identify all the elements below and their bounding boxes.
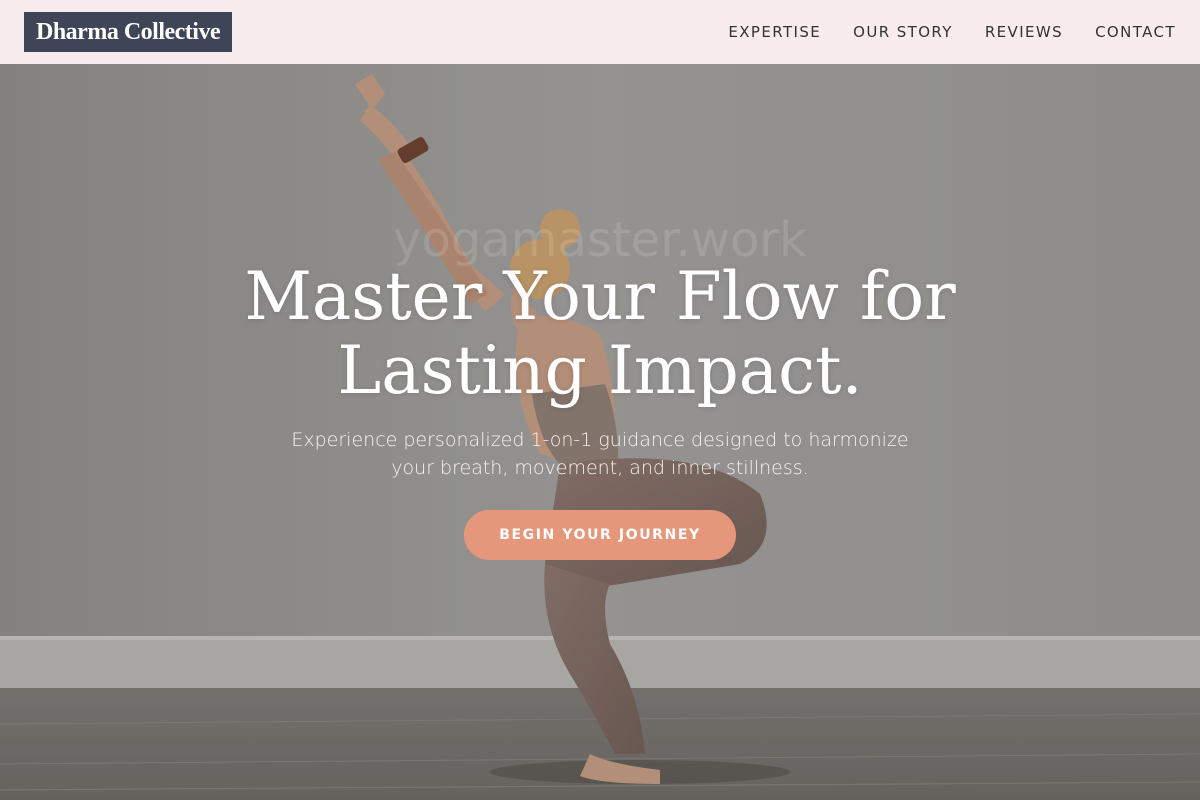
- hero-subtitle-line-1: Experience personalized 1-on-1 guidance …: [291, 429, 909, 451]
- hero-title: Master Your Flow for Lasting Impact.: [0, 260, 1200, 408]
- nav-item-contact[interactable]: CONTACT: [1095, 23, 1176, 41]
- main-nav: EXPERTISE OUR STORY REVIEWS CONTACT: [728, 23, 1176, 41]
- hero-subtitle-line-2: your breath, movement, and inner stillne…: [391, 457, 809, 479]
- brand-logo[interactable]: Dharma Collective: [24, 12, 233, 52]
- hero-title-line-1: Master Your Flow for: [244, 258, 956, 335]
- nav-item-expertise[interactable]: EXPERTISE: [728, 23, 821, 41]
- begin-journey-button[interactable]: BEGIN YOUR JOURNEY: [464, 510, 736, 560]
- nav-item-our-story[interactable]: OUR STORY: [853, 23, 953, 41]
- hero-title-line-2: Lasting Impact.: [337, 332, 863, 409]
- hero-section: yogamaster.work Master Your Flow for Las…: [0, 64, 1200, 800]
- hero-content: Master Your Flow for Lasting Impact. Exp…: [0, 260, 1200, 560]
- hero-subtitle: Experience personalized 1-on-1 guidance …: [0, 426, 1200, 482]
- nav-item-reviews[interactable]: REVIEWS: [985, 23, 1063, 41]
- site-header: Dharma Collective EXPERTISE OUR STORY RE…: [0, 0, 1200, 64]
